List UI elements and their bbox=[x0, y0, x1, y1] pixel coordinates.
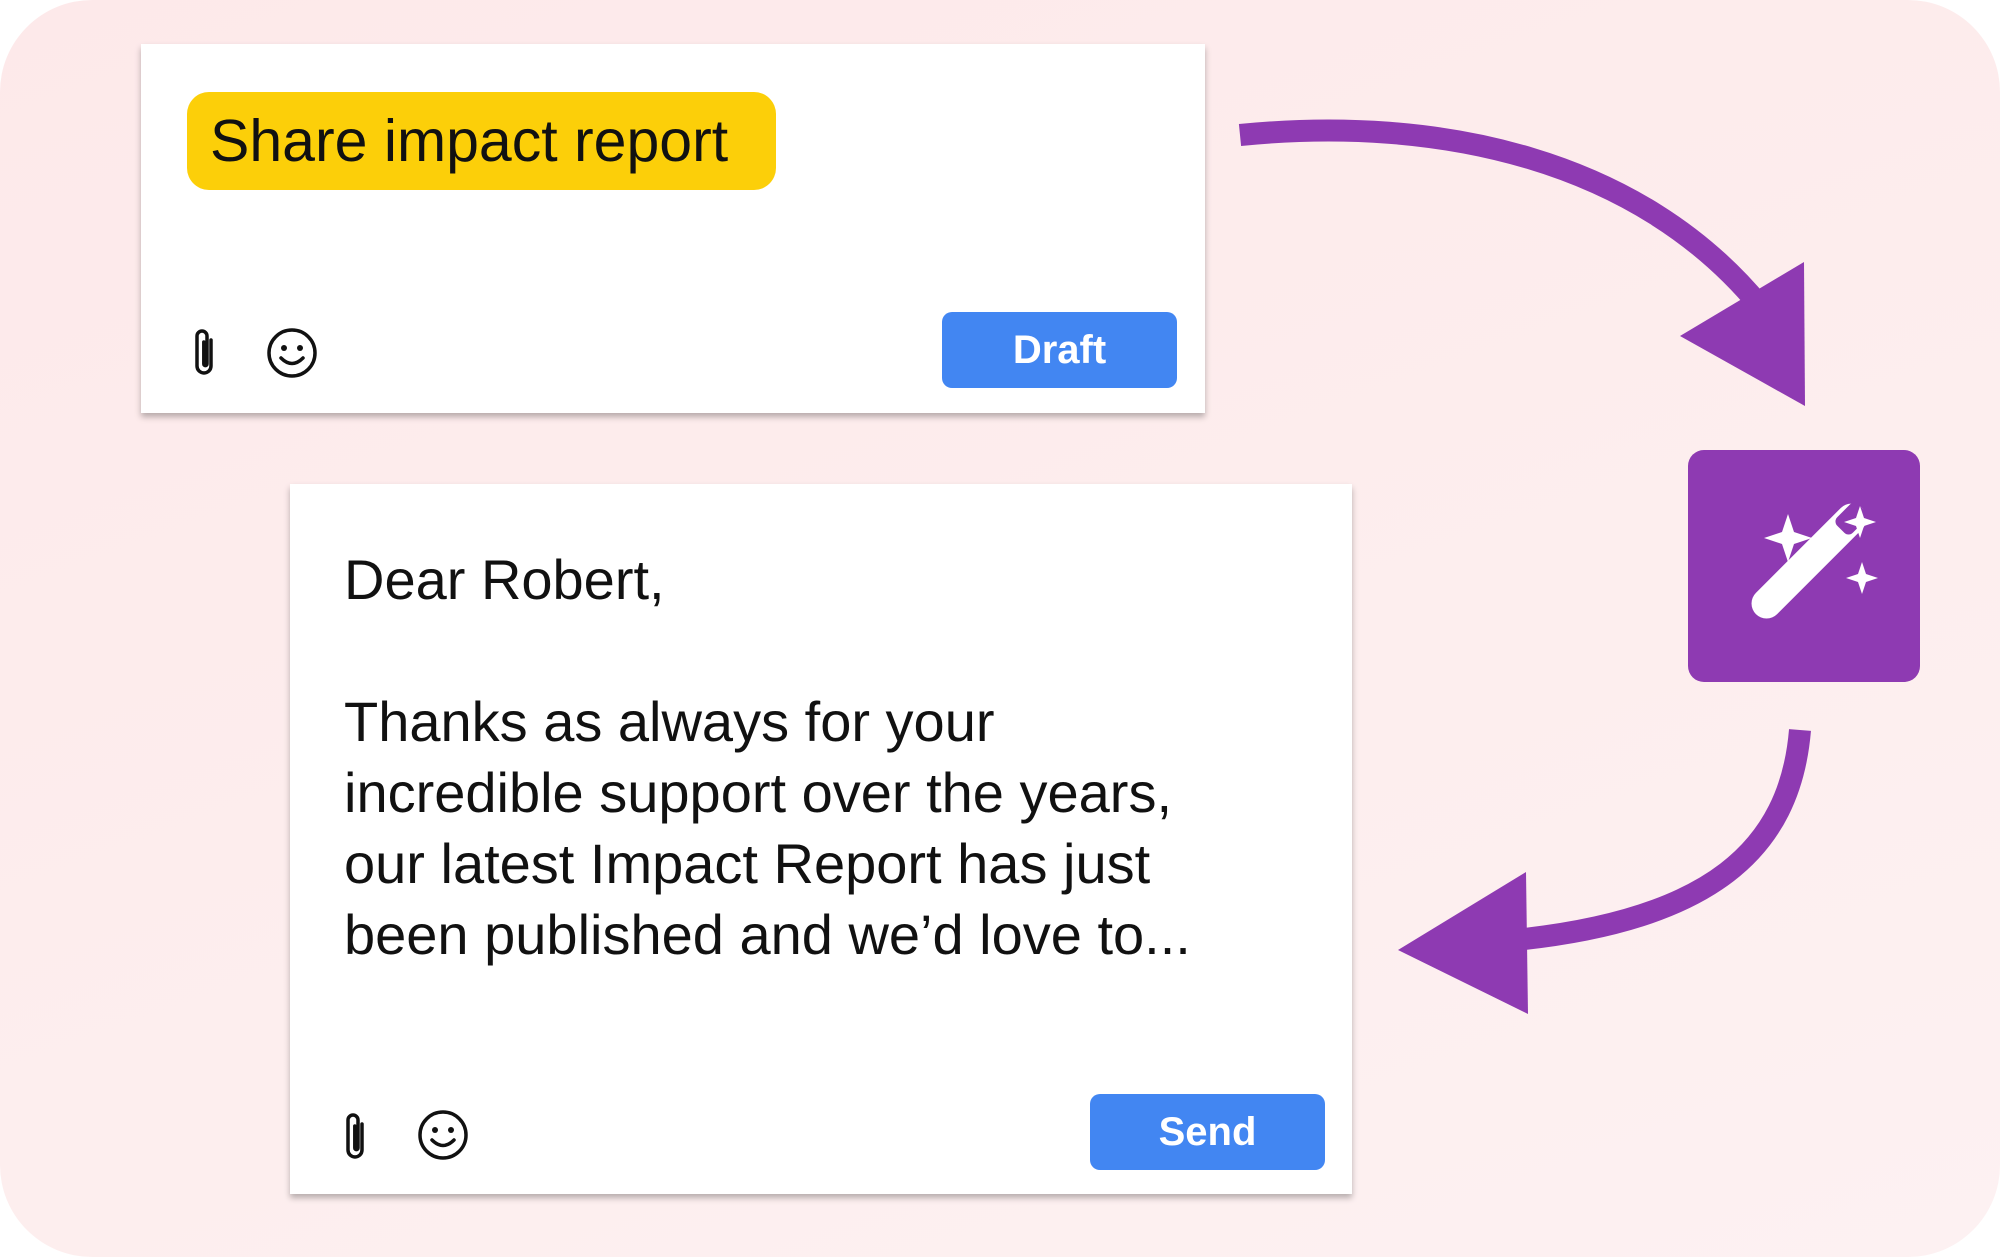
magic-wand-icon bbox=[1751, 502, 1878, 619]
ai-step-tile bbox=[1688, 450, 1920, 682]
arrow-to-reply bbox=[1513, 729, 1811, 951]
arrowhead-to-reply bbox=[1398, 872, 1528, 1014]
arrow-to-ai bbox=[1238, 119, 1769, 313]
